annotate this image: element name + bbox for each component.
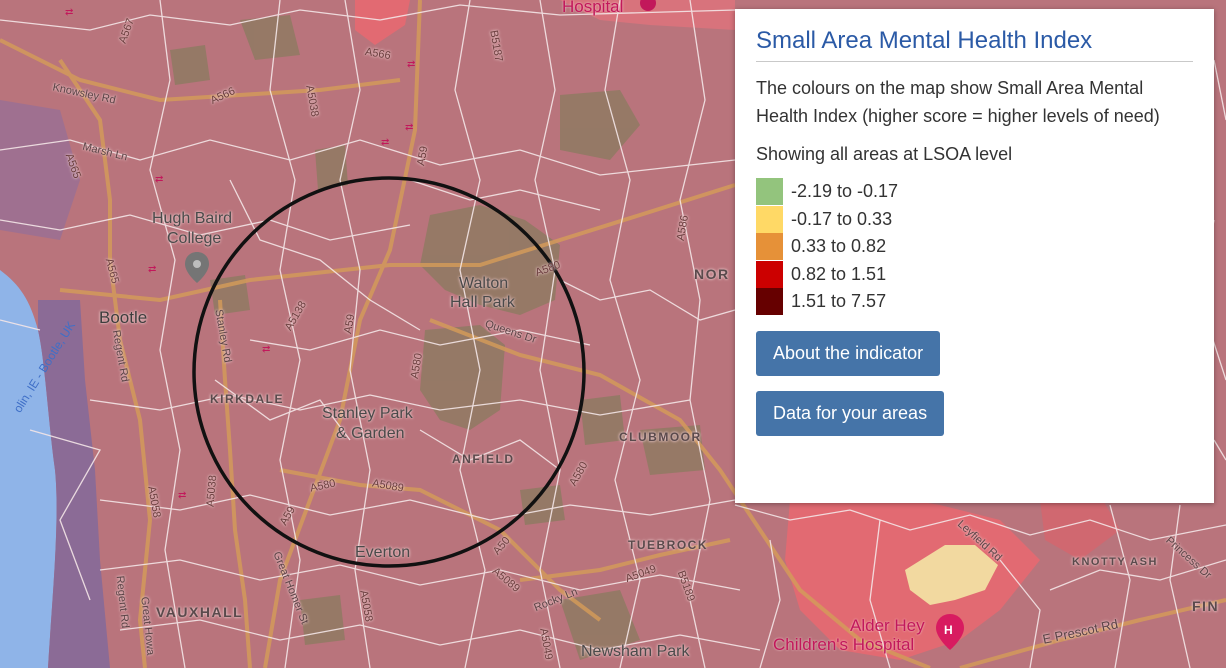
label-alder-1: Alder Hey [850, 616, 925, 635]
rail-station-icon: ⇄ [405, 122, 413, 133]
rail-station-icon: ⇄ [407, 59, 415, 70]
rail-station-icon: ⇄ [262, 344, 270, 355]
label-newsham: Newsham Park [581, 643, 690, 660]
label-nor: NOR [694, 266, 730, 282]
highlight-top [355, 0, 410, 45]
legend-swatch [756, 233, 783, 261]
label-anfield: ANFIELD [452, 452, 515, 466]
label-hugh-baird-2: College [167, 230, 222, 247]
about-indicator-button[interactable]: About the indicator [756, 330, 941, 376]
legend: -2.19 to -0.17 -0.17 to 0.33 0.33 to 0.8… [756, 178, 1193, 316]
legend-item: 0.33 to 0.82 [756, 233, 1193, 261]
label-hospital-top: Hospital [562, 0, 624, 16]
legend-swatch [756, 260, 783, 288]
legend-swatch [756, 288, 783, 316]
label-fin: FIN [1192, 598, 1220, 614]
highlight-red-right [1040, 495, 1120, 560]
legend-item: 1.51 to 7.57 [756, 288, 1193, 316]
legend-label: -2.19 to -0.17 [791, 181, 899, 202]
college-pin[interactable] [185, 252, 209, 283]
label-vauxhall: VAUXHALL [156, 604, 244, 620]
road-a580 [59, 183, 736, 303]
park-small-8 [170, 45, 210, 85]
legend-label: 0.33 to 0.82 [791, 236, 887, 257]
rail-station-icon: ⇄ [65, 7, 73, 18]
label-alder-2: Children's Hospital [773, 635, 915, 654]
data-for-areas-button[interactable]: Data for your areas [756, 390, 945, 436]
label-bootle: Bootle [99, 308, 148, 327]
park-top-right [560, 90, 640, 160]
panel-showing-level: Showing all areas at LSOA level [756, 144, 1013, 164]
label-stanley-1: Stanley Park [322, 405, 413, 422]
rail-station-icon: ⇄ [155, 174, 163, 185]
panel-description: The colours on the map show Small Area M… [756, 78, 1160, 126]
legend-item: -2.19 to -0.17 [756, 178, 1193, 206]
label-knotty-ash: KNOTTY ASH [1072, 556, 1158, 568]
legend-swatch [756, 205, 783, 233]
legend-label: -0.17 to 0.33 [791, 208, 893, 229]
panel-title: Small Area Mental Health Index [756, 27, 1193, 62]
legend-label: 0.82 to 1.51 [791, 263, 887, 284]
rail-station-icon: ⇄ [381, 137, 389, 148]
legend-panel: Small Area Mental Health Index The colou… [735, 9, 1214, 503]
park-small-1 [240, 15, 300, 60]
label-walton-1: Walton [459, 275, 509, 292]
rail-station-icon: ⇄ [178, 490, 186, 501]
label-clubmoor: CLUBMOOR [619, 430, 702, 444]
legend-item: 0.82 to 1.51 [756, 260, 1193, 289]
legend-label: 1.51 to 7.57 [791, 291, 887, 312]
label-tuebrook: TUEBROCK [628, 538, 708, 552]
label-everton: Everton [355, 544, 411, 561]
label-stanley-2: & Garden [336, 425, 405, 442]
label-kirkdale: KIRKDALE [210, 392, 284, 406]
rail-station-icon: ⇄ [148, 264, 156, 275]
legend-swatch [756, 178, 783, 206]
label-hugh-baird-1: Hugh Baird [152, 210, 233, 227]
legend-item: -0.17 to 0.33 [756, 205, 1193, 234]
svg-text:H: H [944, 623, 953, 637]
label-walton-2: Hall Park [450, 294, 515, 311]
